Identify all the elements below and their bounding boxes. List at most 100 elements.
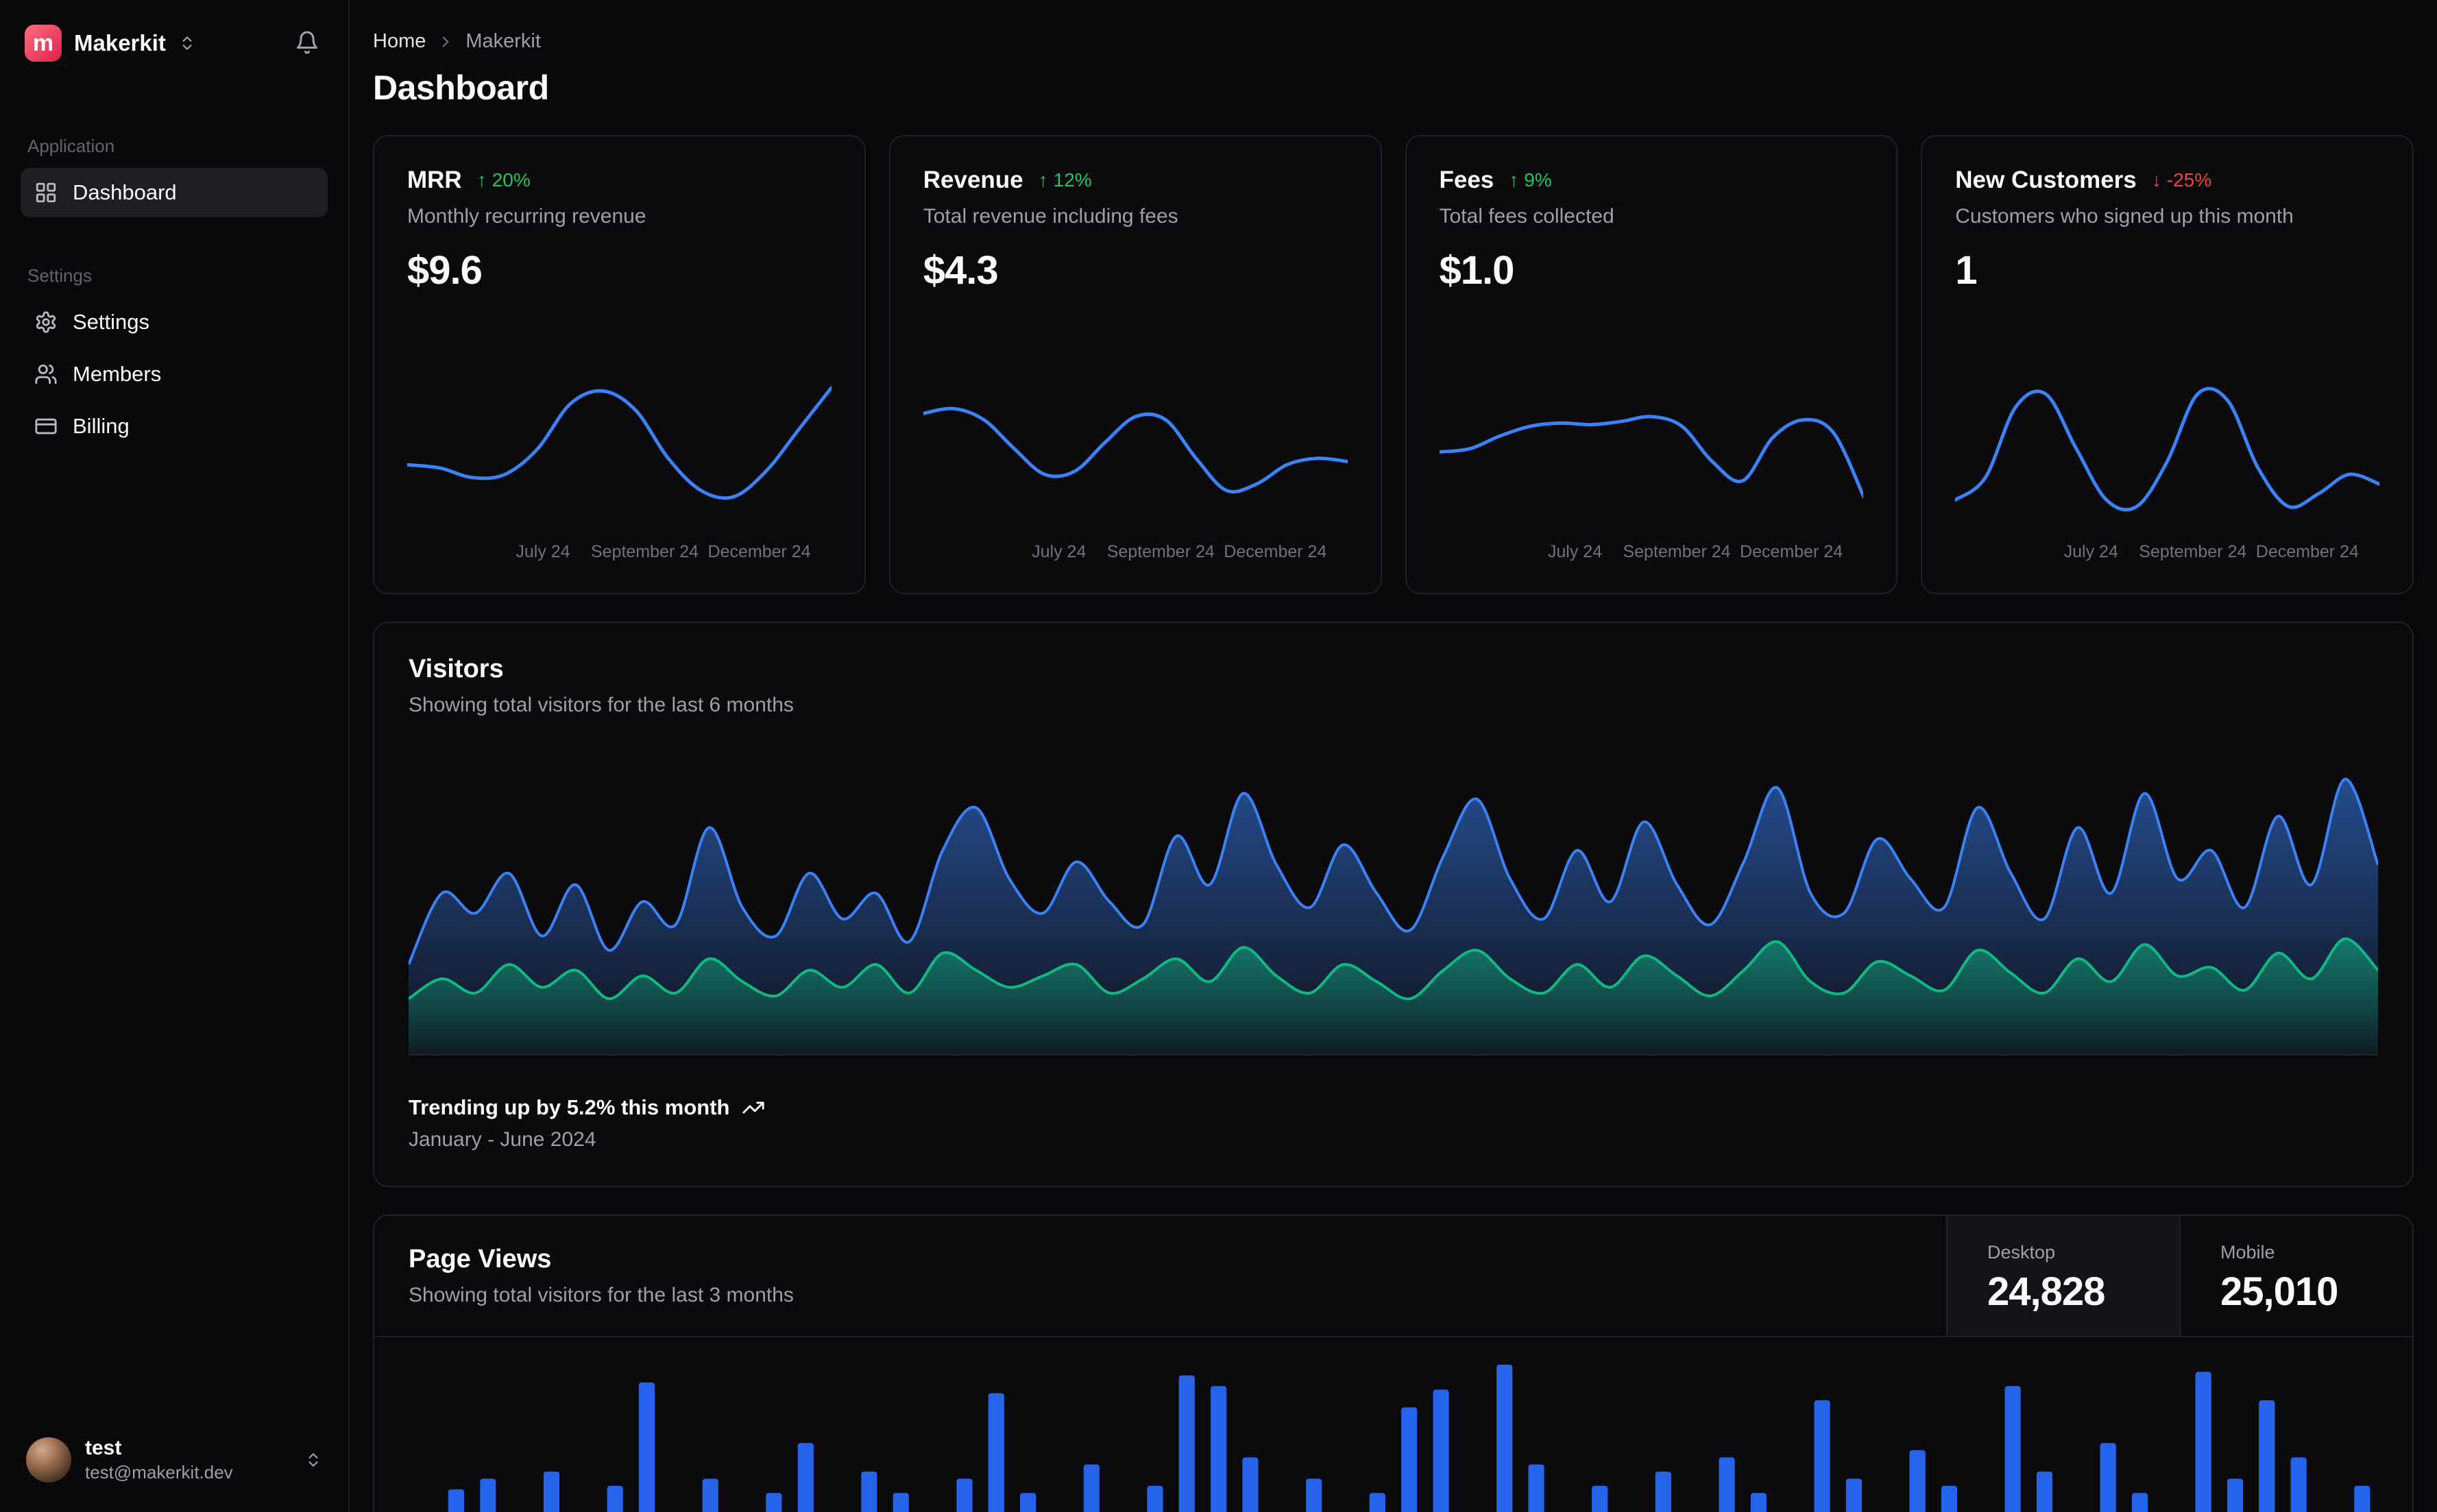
stat-card-new-customers: New Customers ↓ -25% Customers who signe…	[1921, 135, 2414, 594]
trend-value: 9%	[1524, 169, 1552, 191]
gear-icon	[34, 310, 58, 334]
mobile-value: 25,010	[2220, 1269, 2338, 1314]
sidebar-item-label: Dashboard	[73, 180, 177, 204]
visitors-period: January - June 2024	[409, 1128, 596, 1151]
visitors-card: Visitors Showing total visitors for the …	[373, 622, 2414, 1187]
x-axis-labels: July 24 September 24 December 24	[1440, 542, 1864, 567]
sidebar-item-label: Settings	[73, 310, 150, 334]
x-axis-tick-label: December 24	[1224, 542, 1327, 561]
stat-card-revenue: Revenue ↑ 12% Total revenue including fe…	[888, 135, 1382, 594]
page-title: Dashboard	[373, 69, 549, 107]
users-icon	[34, 363, 58, 386]
visitors-subtitle: Showing total visitors for the last 6 mo…	[409, 694, 794, 716]
desktop-value: 24,828	[1987, 1269, 2105, 1314]
x-axis-tick-label: September 24	[1623, 542, 1731, 561]
page-views-title: Page Views	[409, 1245, 552, 1273]
nav-application: Dashboard	[21, 168, 328, 220]
workspace-name: Makerkit	[74, 30, 166, 56]
mobile-label: Mobile	[2220, 1241, 2275, 1263]
sidebar-item-members[interactable]: Members	[21, 350, 328, 399]
x-axis-tick-label: July 24	[1032, 542, 1087, 561]
stat-card-mrr: MRR ↑ 20% Monthly recurring revenue $9.6…	[373, 135, 866, 594]
sidebar-item-settings[interactable]: Settings	[21, 297, 328, 347]
stat-title: New Customers	[1955, 167, 2137, 193]
notifications-button[interactable]	[291, 26, 324, 61]
user-menu[interactable]: test test@makerkit.dev	[21, 1428, 328, 1491]
stat-title: Fees	[1439, 167, 1494, 193]
trend-badge: ↑ 20%	[477, 169, 531, 191]
x-axis-tick-label: September 24	[1106, 542, 1215, 561]
trending-up-icon	[742, 1096, 765, 1119]
chevron-right-icon	[437, 33, 454, 51]
app-root: m Makerkit Application Dashboard Setting…	[0, 0, 2437, 1512]
visitors-title: Visitors	[409, 655, 504, 683]
makerkit-logo: m	[25, 25, 62, 62]
stat-value: 1	[1955, 248, 1977, 293]
x-axis-tick-label: July 24	[516, 542, 570, 561]
x-axis-tick-label: July 24	[2063, 542, 2118, 561]
new-customers-sparkline-chart	[1955, 360, 2379, 531]
user-meta: test test@makerkit.dev	[85, 1437, 233, 1483]
trend-badge: ↑ 9%	[1509, 169, 1551, 191]
section-label-application: Application	[27, 136, 115, 156]
mrr-sparkline-chart	[407, 360, 832, 531]
trend-badge: ↑ 12%	[1039, 169, 1092, 191]
trend-arrow-icon: ↑	[1509, 169, 1519, 191]
sidebar: m Makerkit Application Dashboard Setting…	[0, 0, 350, 1512]
mobile-stat-toggle[interactable]: Mobile 25,010	[2179, 1216, 2412, 1336]
user-name: test	[85, 1437, 122, 1459]
sidebar-item-label: Billing	[73, 414, 130, 438]
stat-value: $1.0	[1439, 248, 1515, 293]
visitors-area-chart	[409, 761, 2378, 1056]
stat-subtitle: Total fees collected	[1439, 205, 1614, 228]
bell-icon	[295, 30, 319, 55]
trend-value: -25%	[2166, 169, 2212, 191]
layout-grid-icon	[34, 181, 58, 204]
breadcrumb-home[interactable]: Home	[373, 30, 426, 53]
breadcrumb: Home Makerkit	[373, 30, 2414, 53]
x-axis-tick-label: September 24	[590, 542, 699, 561]
avatar	[26, 1437, 71, 1483]
x-axis-tick-label: September 24	[2139, 542, 2247, 561]
trend-arrow-icon: ↑	[1038, 169, 1048, 191]
stat-card-fees: Fees ↑ 9% Total fees collected $1.0 July…	[1405, 135, 1898, 594]
chevron-up-down-icon	[304, 1451, 322, 1469]
trend-arrow-icon: ↑	[476, 169, 487, 191]
desktop-label: Desktop	[1987, 1241, 2056, 1263]
nav-settings: Settings Members Billing	[21, 297, 328, 454]
stat-subtitle: Monthly recurring revenue	[407, 205, 646, 228]
sidebar-item-label: Members	[73, 362, 162, 386]
trend-value: 20%	[492, 169, 531, 191]
x-axis-labels: July 24 September 24 December 24	[1955, 542, 2379, 567]
breadcrumb-current[interactable]: Makerkit	[465, 30, 541, 53]
trend-badge: ↓ -25%	[2152, 169, 2211, 191]
chevron-up-down-icon	[178, 34, 196, 52]
trend-arrow-icon: ↓	[2151, 169, 2161, 191]
sidebar-item-billing[interactable]: Billing	[21, 402, 328, 451]
x-axis-labels: July 24 September 24 December 24	[407, 542, 832, 567]
page-views-subtitle: Showing total visitors for the last 3 mo…	[409, 1284, 794, 1306]
trend-value: 12%	[1053, 169, 1092, 191]
workspace-selector[interactable]: m Makerkit	[21, 19, 328, 67]
stat-value: $9.6	[407, 248, 483, 293]
revenue-sparkline-chart	[923, 360, 1348, 531]
fees-sparkline-chart	[1439, 360, 1864, 531]
stat-title: MRR	[407, 167, 462, 193]
user-email: test@makerkit.dev	[85, 1462, 233, 1483]
sidebar-item-dashboard[interactable]: Dashboard	[21, 168, 328, 217]
stat-value: $4.3	[923, 248, 999, 293]
page-views-bar-chart	[409, 1365, 2378, 1512]
credit-card-icon	[34, 415, 58, 438]
page-views-card: Page Views Showing total visitors for th…	[373, 1215, 2414, 1512]
section-label-settings: Settings	[27, 265, 92, 286]
page-views-toggle-group: Desktop 24,828 Mobile 25,010	[1946, 1216, 2412, 1336]
desktop-stat-toggle[interactable]: Desktop 24,828	[1946, 1216, 2179, 1336]
stat-subtitle: Total revenue including fees	[923, 205, 1178, 228]
x-axis-tick-label: December 24	[1740, 542, 1843, 561]
main-content: Home Makerkit Dashboard MRR ↑ 20% Monthl…	[350, 0, 2437, 1512]
x-axis-labels: July 24 September 24 December 24	[923, 542, 1348, 567]
x-axis-tick-label: December 24	[2255, 542, 2359, 561]
stat-title: Revenue	[923, 167, 1023, 193]
visitors-trend-text: Trending up by 5.2% this month	[409, 1095, 730, 1119]
stat-subtitle: Customers who signed up this month	[1955, 205, 2294, 228]
